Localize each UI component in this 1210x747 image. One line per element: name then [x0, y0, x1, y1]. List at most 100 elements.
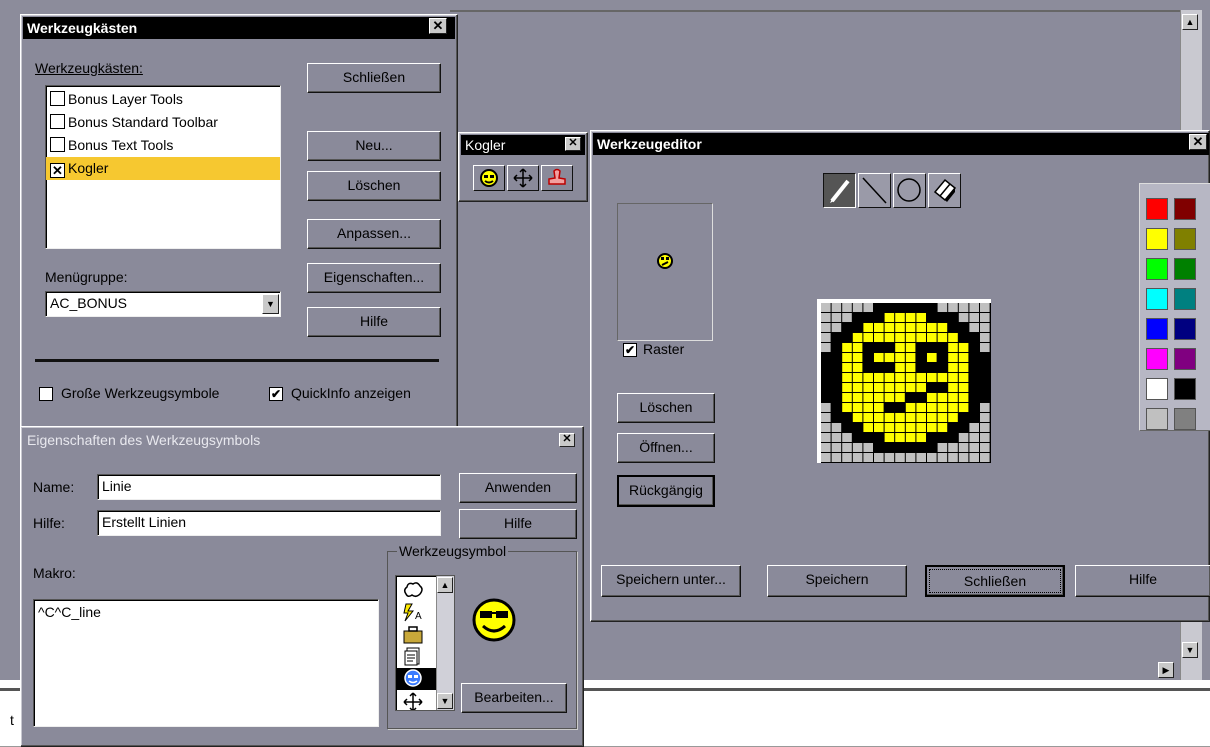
pixel-cell[interactable] [884, 433, 895, 442]
pixel-cell[interactable] [884, 423, 895, 432]
close-icon[interactable]: ✕ [1189, 134, 1207, 150]
pixel-cell[interactable] [852, 323, 863, 332]
pixel-cell[interactable] [905, 393, 916, 402]
pixel-cell[interactable] [937, 363, 948, 372]
pixel-cell[interactable] [852, 423, 863, 432]
color-swatch[interactable] [1146, 318, 1168, 340]
pixel-cell[interactable] [927, 383, 937, 392]
pixel-cell[interactable] [821, 313, 831, 322]
properties-titlebar[interactable]: Eigenschaften des Werkzeugsymbols [23, 429, 581, 451]
color-swatch[interactable] [1146, 198, 1168, 220]
pixel-cell[interactable] [905, 413, 916, 422]
pixel-cell[interactable] [905, 323, 916, 332]
pixel-cell[interactable] [852, 303, 863, 312]
pixel-cell[interactable] [937, 373, 948, 382]
color-swatch[interactable] [1174, 378, 1196, 400]
pixel-cell[interactable] [852, 443, 863, 452]
pixel-cell[interactable] [895, 453, 905, 462]
pixel-cell[interactable] [905, 453, 916, 462]
pixel-cell[interactable] [842, 393, 852, 402]
pixel-cell[interactable] [937, 403, 948, 412]
pixel-cell[interactable] [863, 313, 873, 322]
pixel-cell[interactable] [874, 353, 884, 362]
chevron-down-icon[interactable]: ▼ [262, 294, 279, 314]
pixel-cell[interactable] [831, 423, 842, 432]
help-field[interactable]: Erstellt Linien [97, 510, 441, 536]
toolbars-list[interactable]: Bonus Layer Tools Bonus Standard Toolbar… [45, 85, 281, 249]
pixel-cell[interactable] [842, 363, 852, 372]
pixel-cell[interactable] [874, 313, 884, 322]
pixel-cell[interactable] [831, 433, 842, 442]
pixel-cell[interactable] [948, 353, 958, 362]
list-item-selected[interactable]: ✕ Kogler [46, 157, 280, 180]
pixel-cell[interactable] [821, 443, 831, 452]
pixel-cell[interactable] [884, 443, 895, 452]
pixel-cell[interactable] [895, 343, 905, 352]
pixel-cell[interactable] [831, 393, 842, 402]
pixel-cell[interactable] [831, 333, 842, 342]
pixel-cell[interactable] [842, 313, 852, 322]
pixel-cell[interactable] [958, 423, 969, 432]
eraser-tool[interactable] [928, 173, 961, 208]
pixel-cell[interactable] [852, 373, 863, 382]
pixel-cell[interactable] [863, 373, 873, 382]
pixel-cell[interactable] [916, 423, 926, 432]
pixel-cell[interactable] [874, 383, 884, 392]
pixel-cell[interactable] [852, 413, 863, 422]
color-swatch[interactable] [1174, 288, 1196, 310]
list-item[interactable]: Bonus Text Tools [46, 134, 280, 157]
pixel-cell[interactable] [821, 343, 831, 352]
color-swatch[interactable] [1146, 288, 1168, 310]
pixel-cell[interactable] [821, 393, 831, 402]
pixel-cell[interactable] [927, 403, 937, 412]
pixel-cell[interactable] [927, 413, 937, 422]
pixel-cell[interactable] [969, 423, 979, 432]
pixel-cell[interactable] [852, 453, 863, 462]
pixel-cell[interactable] [937, 433, 948, 442]
pixel-editor-grid[interactable] [817, 299, 991, 463]
pixel-cell[interactable] [916, 323, 926, 332]
smiley-tool-icon[interactable] [473, 165, 505, 191]
pixel-cell[interactable] [905, 373, 916, 382]
pixel-cell[interactable] [958, 363, 969, 372]
pixel-cell[interactable] [863, 453, 873, 462]
pixel-cell[interactable] [821, 333, 831, 342]
pixel-cell[interactable] [958, 443, 969, 452]
pixel-cell[interactable] [874, 363, 884, 372]
pixel-cell[interactable] [905, 423, 916, 432]
pixel-cell[interactable] [852, 383, 863, 392]
pixel-cell[interactable] [842, 333, 852, 342]
color-swatch[interactable] [1146, 258, 1168, 280]
pixel-cell[interactable] [863, 393, 873, 402]
pixel-cell[interactable] [895, 353, 905, 362]
pixel-cell[interactable] [905, 363, 916, 372]
pixel-cell[interactable] [863, 303, 873, 312]
pixel-cell[interactable] [905, 443, 916, 452]
list-item[interactable]: Bonus Standard Toolbar [46, 111, 280, 134]
pixel-cell[interactable] [958, 313, 969, 322]
pixel-cell[interactable] [874, 453, 884, 462]
pixel-cell[interactable] [969, 353, 979, 362]
pixel-cell[interactable] [852, 343, 863, 352]
pixel-cell[interactable] [905, 433, 916, 442]
menu-group-select[interactable]: AC_BONUS [45, 291, 281, 317]
macro-field[interactable]: ^C^C_line [33, 599, 379, 727]
pixel-cell[interactable] [852, 333, 863, 342]
pixel-cell[interactable] [958, 433, 969, 442]
pixel-cell[interactable] [958, 413, 969, 422]
pixel-cell[interactable] [831, 303, 842, 312]
pixel-cell[interactable] [905, 403, 916, 412]
pixel-cell[interactable] [874, 393, 884, 402]
pixel-cell[interactable] [948, 373, 958, 382]
pixel-cell[interactable] [927, 313, 937, 322]
pixel-cell[interactable] [958, 353, 969, 362]
pixel-cell[interactable] [821, 403, 831, 412]
pixel-cell[interactable] [980, 423, 990, 432]
pixel-cell[interactable] [884, 353, 895, 362]
pixel-cell[interactable] [969, 313, 979, 322]
pixel-cell[interactable] [842, 423, 852, 432]
pixel-cell[interactable] [948, 433, 958, 442]
pixel-cell[interactable] [863, 353, 873, 362]
pixel-cell[interactable] [980, 363, 990, 372]
pixel-cell[interactable] [895, 303, 905, 312]
